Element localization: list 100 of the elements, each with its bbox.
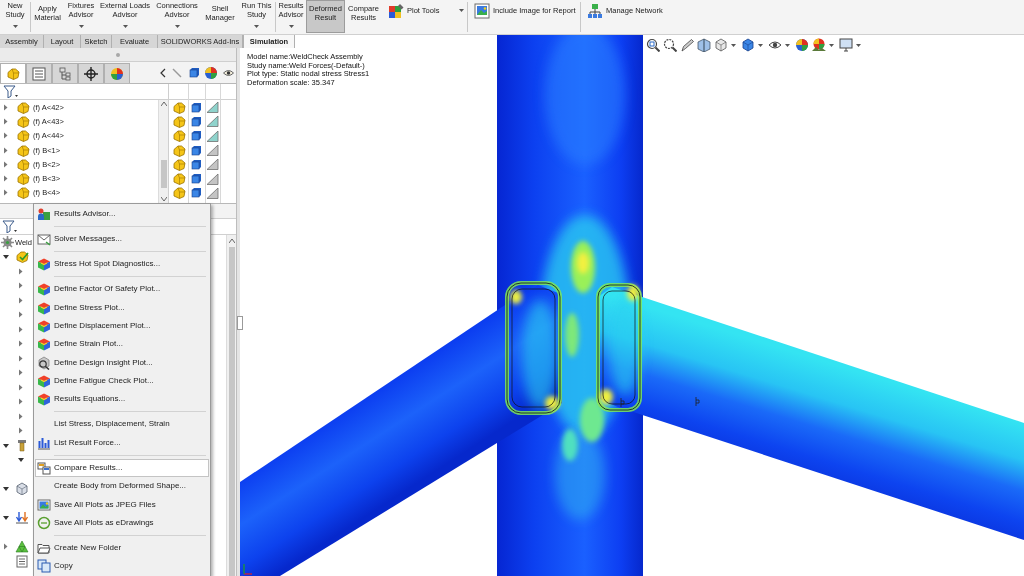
color-ball-icon[interactable] — [204, 65, 218, 80]
tree-toggle-icon[interactable] — [18, 340, 24, 348]
zoom-area-icon[interactable] — [663, 38, 677, 52]
caret-icon[interactable] — [758, 43, 763, 47]
cube-icon[interactable] — [191, 115, 202, 127]
down-arrows-icon[interactable] — [15, 511, 29, 525]
tree-toggle-icon[interactable] — [3, 132, 9, 140]
tree-toggle-icon[interactable] — [3, 485, 9, 493]
menu-item[interactable]: Define Factor Of Safety Plot... — [35, 279, 209, 299]
tree-toggle-icon[interactable] — [18, 282, 24, 290]
tree-toggle-icon[interactable] — [3, 146, 9, 154]
menu-item[interactable]: List Result Force... — [35, 433, 209, 453]
cube-outline-icon[interactable] — [15, 482, 29, 496]
menu-item[interactable]: Stress Hot Spot Diagnostics... — [35, 254, 209, 274]
eye-icon[interactable] — [768, 38, 782, 52]
tree-toggle-icon[interactable] — [18, 427, 24, 435]
tree-toggle-icon[interactable] — [18, 296, 24, 304]
menu-item[interactable]: Solver Messages... — [35, 230, 209, 249]
tree-toggle-icon[interactable] — [18, 456, 24, 464]
zoom-icon[interactable] — [646, 38, 660, 52]
tree-toggle-icon[interactable] — [3, 175, 9, 183]
cube-icon[interactable] — [191, 101, 202, 113]
bolt-icon[interactable] — [15, 438, 29, 452]
scroll-thumb[interactable] — [228, 247, 235, 576]
triangle-swatch-icon[interactable] — [206, 186, 219, 199]
scroll-down-icon[interactable] — [160, 197, 167, 201]
pencil-icon[interactable] — [680, 38, 694, 52]
scroll-up-icon[interactable] — [160, 102, 167, 106]
part-icon[interactable] — [171, 186, 186, 200]
caret-icon[interactable] — [174, 25, 180, 28]
slash-icon[interactable] — [172, 67, 182, 78]
cube-icon[interactable] — [189, 67, 200, 78]
triangle-swatch-icon[interactable] — [206, 144, 219, 157]
cube-icon[interactable] — [191, 187, 202, 199]
triangle-swatch-icon[interactable] — [206, 115, 219, 128]
cube-icon[interactable] — [741, 38, 755, 52]
caret-icon[interactable] — [731, 43, 736, 47]
triangle-swatch-icon[interactable] — [206, 101, 219, 114]
menu-item[interactable]: Create New Folder — [35, 538, 209, 558]
cube-icon[interactable] — [714, 38, 728, 52]
cube-icon[interactable] — [191, 144, 202, 156]
scroll-thumb[interactable] — [160, 160, 167, 188]
caret-icon[interactable] — [12, 25, 18, 28]
menu-item[interactable]: Copy — [35, 557, 209, 576]
part-icon[interactable] — [171, 157, 186, 171]
menu-item[interactable]: Save All Plots as eDrawings — [35, 513, 209, 533]
menu-item[interactable]: Define Strain Plot... — [35, 335, 209, 354]
tree-toggle-icon[interactable] — [18, 354, 24, 362]
cube-icon[interactable] — [191, 173, 202, 185]
menu-item[interactable]: Create Body from Deformed Shape... — [35, 477, 209, 496]
tree-toggle-icon[interactable] — [18, 412, 24, 420]
menu-item[interactable]: Define Design Insight Plot... — [35, 353, 209, 372]
menu-item[interactable]: Compare Results... — [35, 458, 209, 478]
scroll-up-icon[interactable] — [228, 239, 235, 243]
tree-toggle-icon[interactable] — [3, 103, 9, 111]
part-icon[interactable] — [171, 172, 186, 186]
part-icon[interactable] — [171, 100, 186, 114]
list-icon[interactable] — [15, 554, 29, 568]
tree-toggle-icon[interactable] — [18, 369, 24, 377]
triangle-swatch-icon[interactable] — [206, 158, 219, 171]
triangle-swatch-icon[interactable] — [206, 129, 219, 142]
tree-toggle-icon[interactable] — [3, 117, 9, 125]
menu-item[interactable]: Results Equations... — [35, 390, 209, 409]
color-ball-icon[interactable] — [812, 38, 826, 52]
panel-tab[interactable] — [78, 63, 104, 83]
caret-icon[interactable] — [785, 43, 790, 47]
mesh-icon[interactable] — [15, 540, 29, 554]
collapse-handle[interactable] — [237, 316, 243, 330]
menu-item[interactable]: Define Displacement Plot... — [35, 316, 209, 336]
monitor-icon[interactable] — [839, 38, 853, 52]
part-icon[interactable] — [171, 114, 186, 128]
tree-toggle-icon[interactable] — [3, 441, 9, 449]
menu-item[interactable]: Save All Plots as JPEG Files — [35, 495, 209, 514]
menu-item[interactable]: List Stress, Displacement, Strain — [35, 415, 209, 434]
tree-toggle-icon[interactable] — [3, 514, 9, 522]
tree-toggle-icon[interactable] — [18, 325, 24, 333]
color-ball-icon[interactable] — [795, 38, 809, 52]
part-icon[interactable] — [171, 143, 186, 157]
split-cube-icon[interactable] — [697, 38, 711, 52]
eye-icon[interactable] — [223, 68, 234, 77]
tree-toggle-icon[interactable] — [18, 267, 24, 275]
caret-icon[interactable] — [288, 25, 294, 28]
chevron-left-icon[interactable] — [160, 67, 166, 78]
cube-icon[interactable] — [191, 130, 202, 142]
tree-toggle-icon[interactable] — [18, 398, 24, 406]
caret-icon[interactable] — [459, 9, 464, 12]
tree-toggle-icon[interactable] — [3, 189, 9, 197]
menu-item[interactable]: Results Advisor... — [35, 205, 209, 224]
caret-icon[interactable] — [254, 25, 259, 28]
caret-icon[interactable] — [856, 43, 861, 47]
part-check-icon[interactable] — [15, 250, 29, 264]
triangle-swatch-icon[interactable] — [206, 172, 219, 185]
menu-item[interactable]: Define Fatigue Check Plot... — [35, 371, 209, 391]
caret-icon[interactable] — [78, 25, 84, 28]
tree-toggle-icon[interactable] — [3, 543, 9, 551]
filter-field[interactable] — [0, 84, 168, 100]
menu-item[interactable]: Define Stress Plot... — [35, 298, 209, 317]
tree-toggle-icon[interactable] — [18, 311, 24, 319]
caret-icon[interactable] — [829, 43, 834, 47]
part-icon[interactable] — [171, 129, 186, 143]
